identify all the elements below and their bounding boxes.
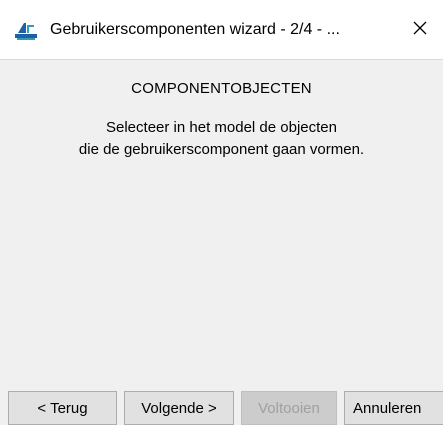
title-bar: Gebruikerscomponenten wizard - 2/4 - ... bbox=[0, 0, 443, 60]
next-button[interactable]: Volgende > bbox=[124, 391, 234, 425]
step-heading: COMPONENTOBJECTEN bbox=[131, 80, 312, 97]
window-title: Gebruikerscomponenten wizard - 2/4 - ... bbox=[50, 21, 340, 38]
close-icon bbox=[412, 20, 428, 41]
description-line-1: Selecteer in het model de objecten bbox=[106, 119, 337, 136]
description-line-2: die de gebruikerscomponent gaan vormen. bbox=[78, 141, 365, 158]
cancel-button[interactable]: Annuleren bbox=[344, 391, 443, 425]
finish-button[interactable]: Voltooien bbox=[241, 391, 337, 425]
wizard-window: Gebruikerscomponenten wizard - 2/4 - ...… bbox=[0, 0, 443, 425]
app-icon bbox=[14, 19, 38, 41]
close-button[interactable] bbox=[400, 10, 440, 50]
back-button[interactable]: < Terug bbox=[8, 391, 117, 425]
step-description: Selecteer in het model de objecten die d… bbox=[0, 117, 443, 161]
